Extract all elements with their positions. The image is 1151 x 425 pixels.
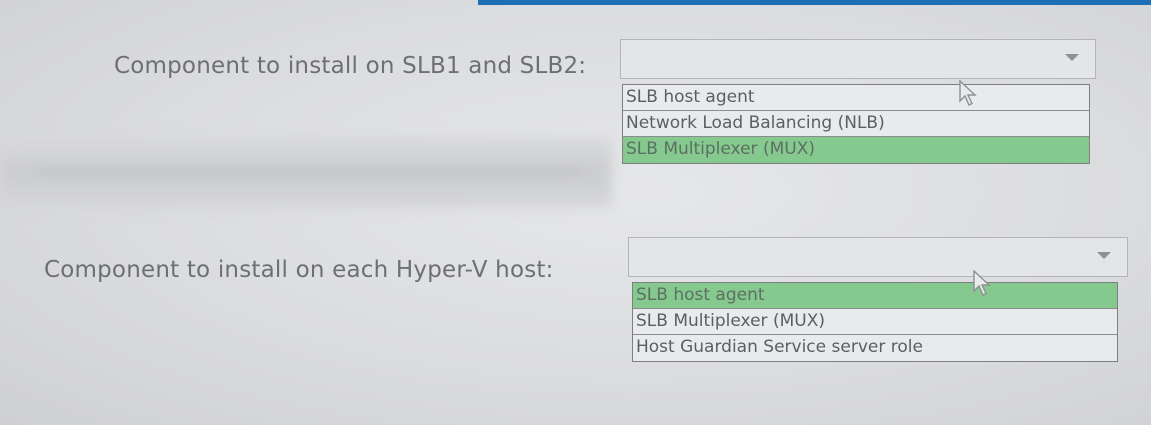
hyperv-component-options: SLB host agent SLB Multiplexer (MUX) Hos… bbox=[632, 282, 1118, 362]
slb-component-dropdown[interactable] bbox=[620, 39, 1096, 79]
chevron-down-icon[interactable] bbox=[1097, 252, 1111, 259]
option-nlb[interactable]: Network Load Balancing (NLB) bbox=[623, 111, 1089, 137]
mouse-cursor-icon bbox=[959, 80, 977, 106]
option-slb-mux[interactable]: SLB Multiplexer (MUX) bbox=[633, 309, 1117, 335]
option-slb-mux[interactable]: SLB Multiplexer (MUX) bbox=[623, 137, 1089, 163]
mouse-cursor-icon bbox=[973, 270, 991, 296]
screenshot-background: Component to install on SLB1 and SLB2: S… bbox=[0, 0, 1151, 425]
hyperv-component-label: Component to install on each Hyper-V hos… bbox=[44, 257, 554, 283]
slb-component-label: Component to install on SLB1 and SLB2: bbox=[114, 53, 587, 79]
option-slb-host-agent[interactable]: SLB host agent bbox=[633, 283, 1117, 309]
chevron-down-icon[interactable] bbox=[1065, 54, 1079, 61]
hyperv-component-dropdown[interactable] bbox=[628, 237, 1128, 277]
option-slb-host-agent[interactable]: SLB host agent bbox=[623, 85, 1089, 111]
option-host-guardian-service[interactable]: Host Guardian Service server role bbox=[633, 335, 1117, 361]
window-accent-bar bbox=[478, 0, 1151, 5]
blurred-line bbox=[40, 168, 580, 174]
slb-component-options: SLB host agent Network Load Balancing (N… bbox=[622, 84, 1090, 164]
